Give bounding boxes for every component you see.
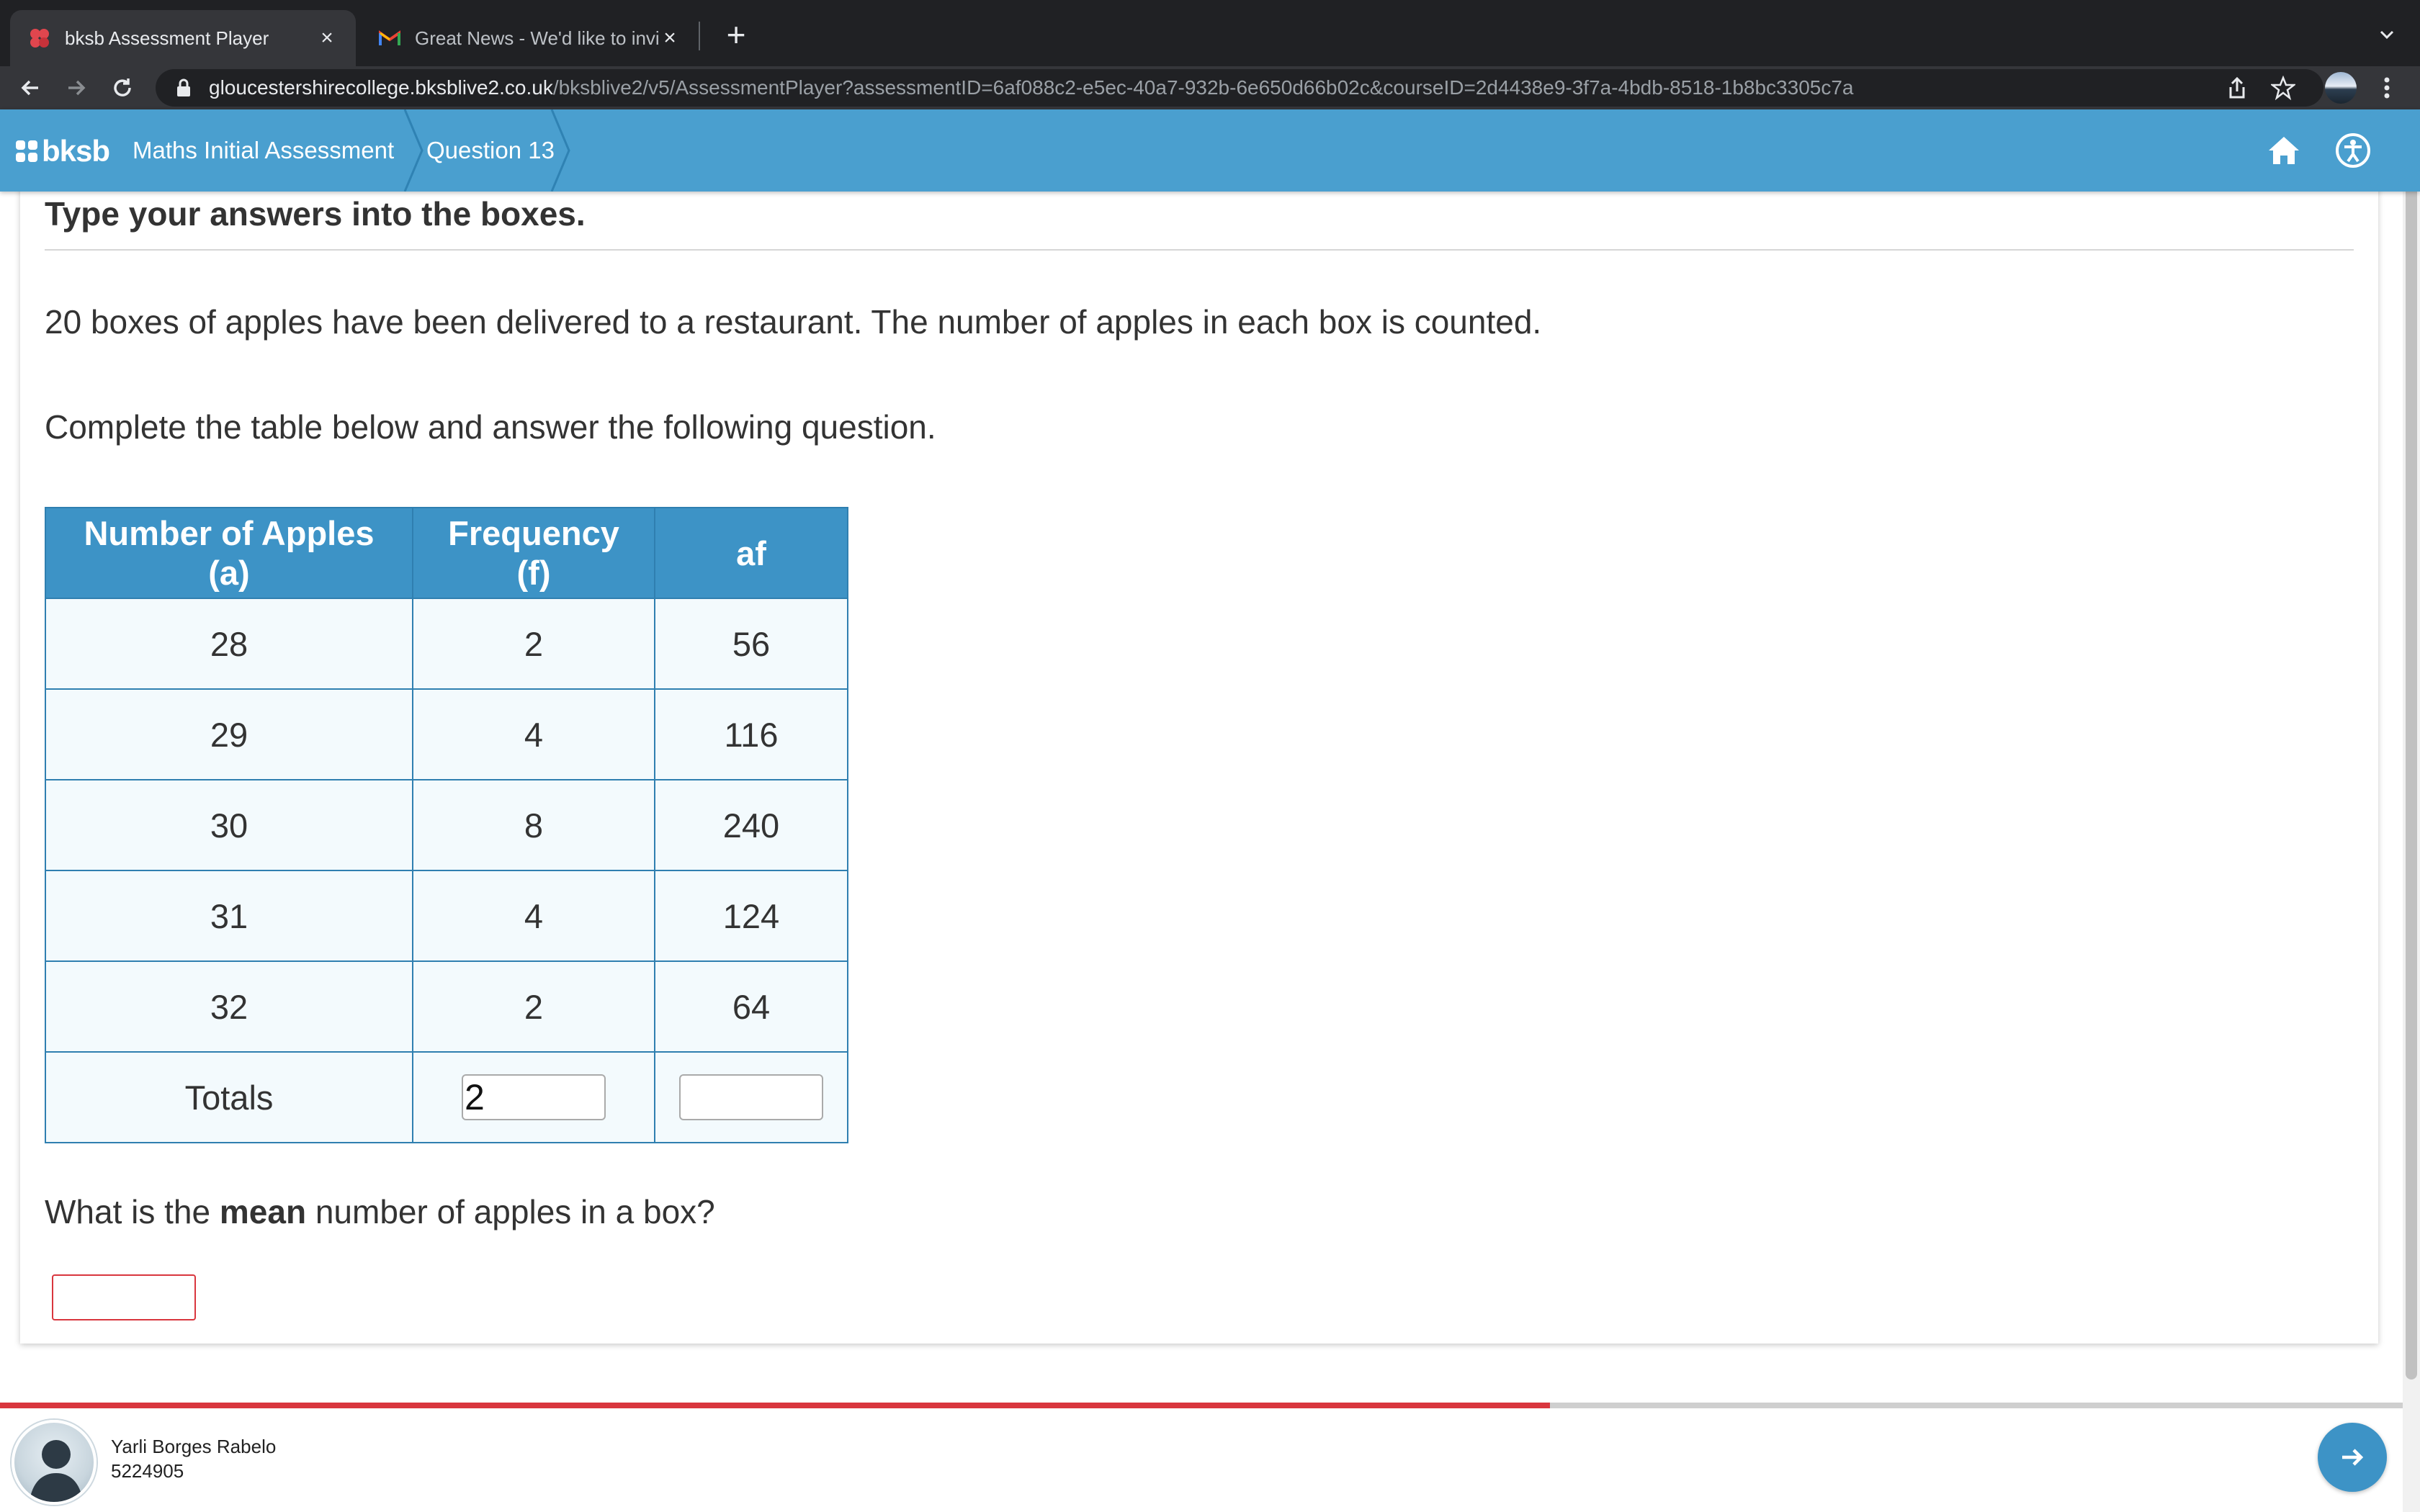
cell-frequency: 4 [412, 870, 655, 962]
browser-tab-bar: bksb Assessment Player × Great News - We… [0, 0, 2420, 66]
mean-answer-input[interactable] [52, 1274, 196, 1320]
cell-apples: 28 [45, 598, 413, 690]
breadcrumb-separator-icon [403, 109, 424, 192]
footer: Yarli Borges Rabelo 5224905 [0, 1408, 2403, 1512]
column-header-frequency: Frequency (f) [412, 507, 655, 599]
cell-apples: 31 [45, 870, 413, 962]
column-header-af: af [654, 507, 848, 599]
logo-text: bksb [42, 134, 110, 168]
new-tab-plus-icon[interactable]: + [717, 16, 755, 53]
total-frequency-input[interactable] [462, 1074, 606, 1120]
profile-avatar-icon[interactable] [2323, 71, 2358, 105]
cell-af: 116 [654, 688, 848, 780]
totals-label: Totals [45, 1051, 413, 1143]
cell-frequency: 2 [412, 960, 655, 1053]
question-paragraph-1: 20 boxes of apples have been delivered t… [45, 303, 1542, 341]
table-row: 30 8 240 [45, 779, 848, 871]
cell-frequency: 2 [412, 598, 655, 690]
browser-menu-icon[interactable] [2370, 71, 2404, 105]
url-path: /bksblive2/v5/AssessmentPlayer?assessmen… [552, 76, 1854, 99]
cell-apples: 30 [45, 779, 413, 871]
tab-bksb-assessment-player[interactable]: bksb Assessment Player × [10, 10, 356, 66]
table-row: 32 2 64 [45, 960, 848, 1053]
question-paragraph-2: Complete the table below and answer the … [45, 408, 936, 446]
home-icon[interactable] [2264, 131, 2303, 170]
address-bar[interactable]: gloucestershirecollege.bksblive2.co.uk/b… [156, 69, 2323, 107]
total-af-input[interactable] [679, 1074, 823, 1120]
breadcrumb-separator-icon [550, 109, 570, 192]
totals-frequency-cell [412, 1051, 655, 1143]
cell-frequency: 8 [412, 779, 655, 871]
tab-title: bksb Assessment Player [65, 27, 269, 49]
table-row: 31 4 124 [45, 870, 848, 962]
cell-af: 64 [654, 960, 848, 1053]
next-question-button[interactable] [2318, 1423, 2387, 1492]
cell-apples: 29 [45, 688, 413, 780]
divider [45, 249, 2354, 251]
frequency-table: Number of Apples (a) Frequency (f) af 28… [45, 507, 848, 1143]
assessment-progress-bar [0, 1403, 2403, 1408]
tab-close-icon[interactable]: × [315, 26, 339, 50]
breadcrumb-question[interactable]: Question 13 [426, 109, 555, 192]
question-text-after: number of apples in a box? [315, 1193, 715, 1230]
column-header-number-of-apples: Number of Apples (a) [45, 507, 413, 599]
forward-arrow-icon[interactable] [59, 71, 94, 105]
user-avatar[interactable] [12, 1420, 97, 1505]
bksb-logo[interactable]: bksb [16, 134, 110, 168]
browser-toolbar: gloucestershirecollege.bksblive2.co.uk/b… [0, 66, 2420, 109]
cell-af: 240 [654, 779, 848, 871]
url-text: gloucestershirecollege.bksblive2.co.uk/b… [209, 76, 1854, 99]
cell-af: 124 [654, 870, 848, 962]
table-row: 29 4 116 [45, 688, 848, 780]
table-header-row: Number of Apples (a) Frequency (f) af [45, 507, 848, 599]
bksb-favicon-icon [27, 26, 52, 50]
bookmark-star-icon[interactable] [2266, 71, 2300, 105]
cell-apples: 32 [45, 960, 413, 1053]
gmail-icon [377, 26, 402, 50]
share-icon[interactable] [2220, 71, 2254, 105]
tab-title: Great News - We'd like to invite [415, 27, 658, 49]
cell-af: 56 [654, 598, 848, 690]
breadcrumb-maths-initial-assessment[interactable]: Maths Initial Assessment [133, 109, 394, 192]
user-id: 5224905 [111, 1460, 184, 1482]
tab-gmail[interactable]: Great News - We'd like to invite × [360, 10, 699, 66]
person-silhouette-icon [29, 1440, 84, 1502]
tab-close-icon[interactable]: × [658, 26, 681, 50]
lock-icon[interactable] [173, 77, 194, 99]
back-arrow-icon[interactable] [13, 71, 48, 105]
tab-search-chevron-icon[interactable] [2374, 22, 2400, 48]
totals-af-cell [654, 1051, 848, 1143]
user-name: Yarli Borges Rabelo [111, 1436, 277, 1457]
totals-row: Totals [45, 1051, 848, 1143]
tab-separator [699, 22, 700, 50]
page-scrollbar-thumb[interactable] [2406, 170, 2417, 1380]
cell-frequency: 4 [412, 688, 655, 780]
mean-question: What is the mean number of apples in a b… [45, 1192, 715, 1231]
app-header: bksb Maths Initial Assessment Question 1… [0, 109, 2420, 192]
logo-dots-icon [16, 140, 37, 162]
arrow-right-icon [2342, 1449, 2364, 1466]
instruction-heading: Type your answers into the boxes. [45, 195, 586, 233]
table-row: 28 2 56 [45, 598, 848, 690]
url-host: gloucestershirecollege.bksblive2.co.uk [209, 76, 553, 99]
accessibility-icon[interactable] [2334, 131, 2372, 170]
question-text-bold: mean [219, 1193, 307, 1230]
progress-bar-fill [0, 1403, 1550, 1408]
question-text-before: What is the [45, 1193, 211, 1230]
reload-icon[interactable] [105, 71, 140, 105]
